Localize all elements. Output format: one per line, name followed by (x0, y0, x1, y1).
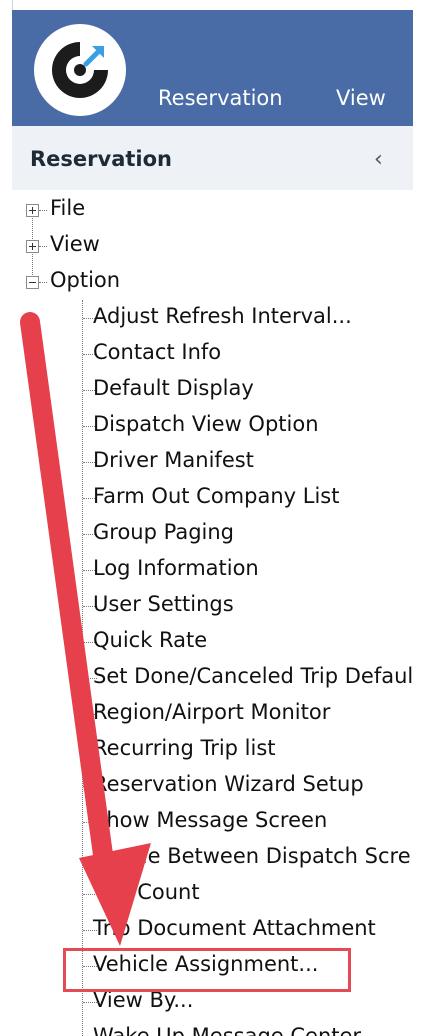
tab-reservation[interactable]: Reservation (158, 86, 283, 110)
annotation-highlight-box (63, 948, 351, 992)
tree-connector (39, 282, 47, 283)
tree-item-label: Trip Document Attachment (93, 916, 376, 940)
tree-item-user-settings[interactable]: User Settings (12, 588, 413, 622)
tree-node-file[interactable]: File (12, 192, 413, 226)
tree-node-option[interactable]: Option (12, 264, 413, 298)
tree-item-label: Group Paging (93, 520, 235, 544)
tree-item-label: Wake Up Message Center (93, 1024, 362, 1036)
tree-item-wake-up-message-center[interactable]: Wake Up Message Center (12, 1020, 413, 1036)
tree-item-default-display[interactable]: Default Display (12, 372, 413, 406)
navigation-tree: File View Option Adjust Refresh Interval… (12, 190, 413, 1036)
app-logo-icon (34, 24, 126, 116)
tree-item-label: Quick Rate (93, 628, 208, 652)
tree-item-log-information[interactable]: Log Information (12, 552, 413, 586)
tree-item-label: Toggle Between Dispatch Scre (93, 844, 411, 868)
tab-view[interactable]: View (336, 86, 386, 110)
tree-item-adjust-refresh-interval[interactable]: Adjust Refresh Interval... (12, 300, 413, 334)
tree-item-region-airport-monitor[interactable]: Region/Airport Monitor (12, 696, 413, 730)
tree-item-show-message-screen[interactable]: Show Message Screen (12, 804, 413, 838)
tree-item-contact-info[interactable]: Contact Info (12, 336, 413, 370)
tree-item-set-done-canceled-trip-default[interactable]: Set Done/Canceled Trip Defaul (12, 660, 413, 694)
tree-item-dispatch-view-option[interactable]: Dispatch View Option (12, 408, 413, 442)
tree-item-group-paging[interactable]: Group Paging (12, 516, 413, 550)
tree-item-label: Dispatch View Option (93, 412, 319, 436)
chevron-left-icon[interactable]: ‹ (374, 147, 383, 172)
tree-item-label: Default Display (93, 376, 254, 400)
tree-item-label: Recurring Trip list (93, 736, 276, 760)
tree-item-driver-manifest[interactable]: Driver Manifest (12, 444, 413, 478)
tree-item-label: Farm Out Company List (93, 484, 340, 508)
tree-item-label: Trip Count (93, 880, 200, 904)
tree-node-view[interactable]: View (12, 228, 413, 262)
tree-item-label: Adjust Refresh Interval... (93, 304, 352, 328)
tree-item-quick-rate[interactable]: Quick Rate (12, 624, 413, 658)
tree-item-toggle-between-dispatch-screen[interactable]: Toggle Between Dispatch Scre (12, 840, 413, 874)
tree-item-label: Show Message Screen (93, 808, 328, 832)
tree-item-label: Driver Manifest (93, 448, 254, 472)
expand-plus-icon[interactable] (26, 240, 39, 253)
expand-plus-icon[interactable] (26, 204, 39, 217)
tree-item-label: Set Done/Canceled Trip Defaul (93, 664, 413, 688)
tree-item-label: Reservation Wizard Setup (93, 772, 364, 796)
tree-node-label: View (50, 232, 100, 256)
collapse-minus-icon[interactable] (26, 276, 39, 289)
tree-item-trip-count[interactable]: Trip Count (12, 876, 413, 910)
tree-item-label: Contact Info (93, 340, 222, 364)
tree-item-label: Log Information (93, 556, 259, 580)
tree-connector (39, 210, 47, 211)
tree-item-trip-document-attachment[interactable]: Trip Document Attachment (12, 912, 413, 946)
tree-item-label: Region/Airport Monitor (93, 700, 331, 724)
tree-item-reservation-wizard-setup[interactable]: Reservation Wizard Setup (12, 768, 413, 802)
panel-title: Reservation (30, 147, 172, 171)
tree-node-label: File (50, 196, 86, 220)
tree-node-label: Option (50, 268, 121, 292)
tree-connector (39, 246, 47, 247)
tree-item-farm-out-company-list[interactable]: Farm Out Company List (12, 480, 413, 514)
tree-item-label: User Settings (93, 592, 234, 616)
tree-item-recurring-trip-list[interactable]: Recurring Trip list (12, 732, 413, 766)
